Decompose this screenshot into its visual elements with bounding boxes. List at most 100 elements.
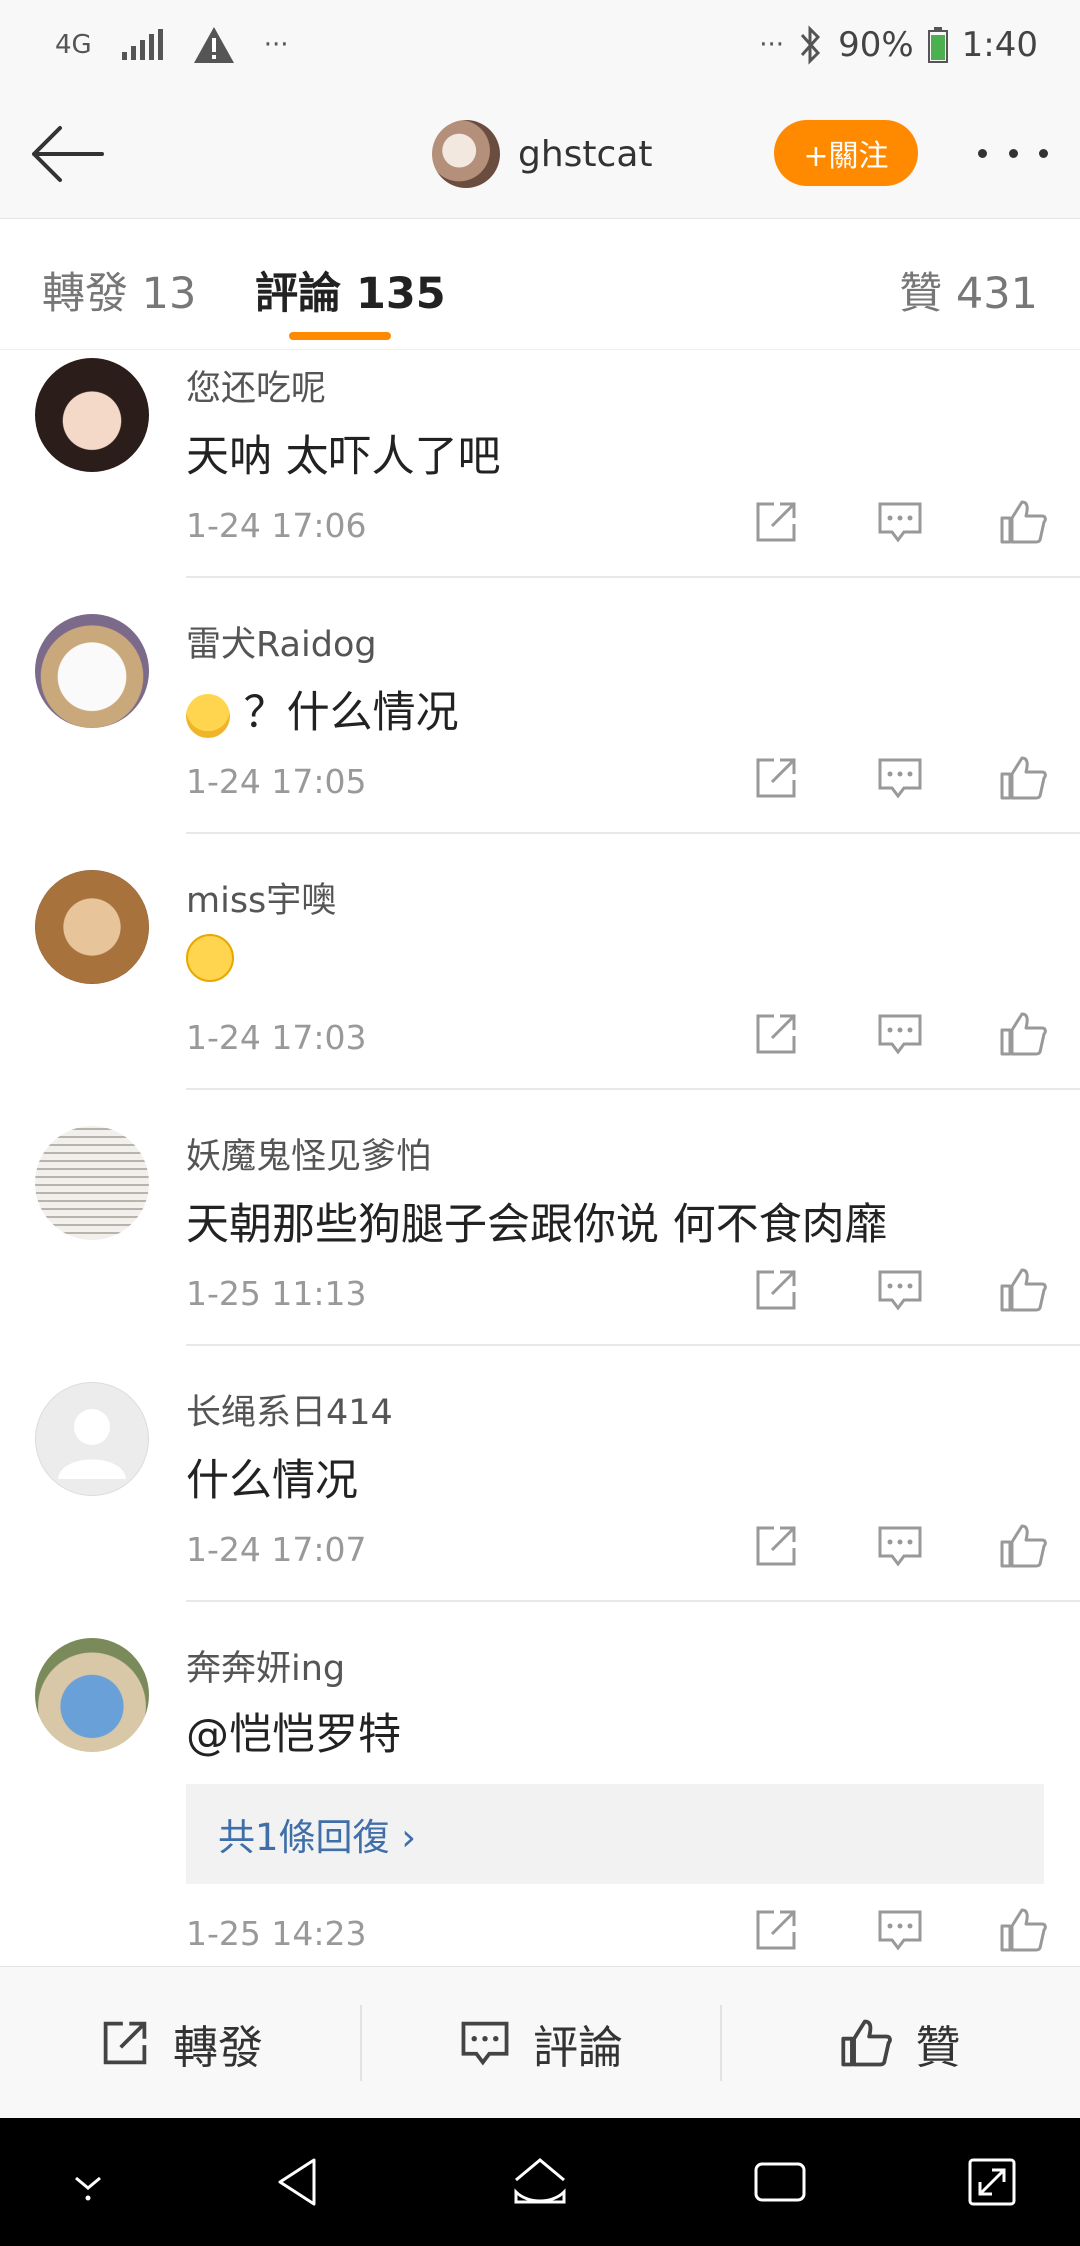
hide-keyboard-icon[interactable] — [58, 2152, 118, 2212]
back-triangle-icon[interactable] — [270, 2152, 330, 2212]
clock: 1:40 — [961, 25, 1038, 65]
comment-button[interactable]: 評論 — [360, 1967, 720, 2119]
like-icon[interactable] — [998, 752, 1050, 804]
reply-icon[interactable] — [874, 1264, 926, 1316]
expand-icon[interactable] — [962, 2152, 1022, 2212]
commenter-name[interactable]: 您还吃呢 — [186, 360, 326, 411]
bluetooth-icon — [800, 25, 821, 65]
warning-icon — [193, 27, 234, 63]
user-placeholder-icon — [58, 1409, 126, 1479]
commenter-avatar[interactable] — [35, 870, 149, 984]
battery-icon — [927, 27, 948, 63]
post-author[interactable]: ghstcat — [432, 116, 653, 192]
comment-item: 奔奔妍ing @恺恺罗特 共1條回復 › 1-25 14:23 — [0, 1602, 1080, 1980]
reply-icon[interactable] — [874, 752, 926, 804]
comment-label: 評論 — [532, 2020, 623, 2074]
share-icon[interactable] — [750, 1008, 802, 1060]
default-avatar[interactable] — [35, 1382, 149, 1496]
comment-icon — [461, 2021, 509, 2066]
comment-time: 1-24 17:06 — [186, 506, 367, 545]
more-options-button[interactable] — [978, 130, 1048, 176]
commenter-name[interactable]: 长绳系日414 — [186, 1384, 393, 1435]
commenter-avatar[interactable] — [35, 1126, 149, 1240]
reply-icon[interactable] — [874, 496, 926, 548]
tab-likes[interactable]: 贊 431 — [899, 259, 1038, 321]
comment-actions — [750, 1516, 1050, 1576]
author-avatar[interactable] — [432, 120, 500, 188]
commenter-avatar[interactable] — [35, 614, 149, 728]
dot — [1008, 148, 1018, 158]
more-dots: ··· — [759, 30, 785, 60]
comment-item: miss宇噢 1-24 17:03 — [0, 834, 1080, 1090]
tab-comments[interactable]: 評論 135 — [255, 259, 446, 321]
back-button[interactable] — [26, 116, 108, 192]
comment-text: 天呐 太吓人了吧 — [186, 432, 501, 482]
back-arrow-icon — [32, 126, 104, 182]
dot — [1039, 148, 1048, 158]
signal-icon — [121, 29, 163, 60]
share-icon[interactable] — [750, 752, 802, 804]
author-username[interactable]: ghstcat — [518, 134, 653, 175]
commenter-name[interactable]: 妖魔鬼怪见爹怕 — [186, 1128, 431, 1179]
like-icon[interactable] — [998, 496, 1050, 548]
battery-percent: 90% — [838, 25, 914, 65]
comment-item: 长绳系日414 什么情况 1-24 17:07 — [0, 1346, 1080, 1602]
repost-button[interactable]: 轉發 — [0, 1967, 360, 2119]
commenter-name[interactable]: miss宇噢 — [186, 872, 336, 923]
like-button[interactable]: 贊 — [720, 1967, 1080, 2119]
comment-actions — [750, 1260, 1050, 1320]
dot — [978, 148, 987, 158]
repost-label: 轉發 — [172, 2020, 263, 2074]
active-tab-indicator — [289, 332, 391, 340]
comment-time: 1-25 11:13 — [186, 1274, 367, 1313]
astonished-emoji-icon — [186, 934, 234, 982]
home-icon[interactable] — [510, 2152, 570, 2212]
scream-emoji-icon — [186, 693, 230, 738]
network-indicator: 4G — [55, 30, 92, 60]
comment-time: 1-24 17:03 — [186, 1018, 367, 1057]
recent-apps-icon[interactable] — [750, 2152, 810, 2212]
share-icon[interactable] — [750, 1264, 802, 1316]
post-action-bar: 轉發 評論 贊 — [0, 1966, 1080, 2119]
status-right: ··· 90% 1:40 — [759, 22, 1038, 68]
comment-actions — [750, 492, 1050, 552]
commenter-avatar[interactable] — [35, 358, 149, 472]
share-icon[interactable] — [750, 496, 802, 548]
share-icon[interactable] — [750, 1520, 802, 1572]
commenter-name[interactable]: 奔奔妍ing — [186, 1640, 345, 1691]
app-header: ghstcat +關注 — [0, 90, 1080, 219]
commenter-name[interactable]: 雷犬Raidog — [186, 616, 377, 667]
like-icon — [841, 2019, 893, 2067]
like-icon[interactable] — [998, 1520, 1050, 1572]
like-icon[interactable] — [998, 1008, 1050, 1060]
tab-reposts[interactable]: 轉發 13 — [42, 259, 196, 321]
comment-item: 妖魔鬼怪见爹怕 天朝那些狗腿子会跟你说 何不食肉靡 1-25 11:13 — [0, 1090, 1080, 1346]
status-bar: 4G ··· ··· 90% 1:40 — [0, 0, 1080, 90]
reply-icon[interactable] — [874, 1008, 926, 1060]
comment-text-content: ？什么情况 — [243, 688, 459, 738]
follow-button[interactable]: +關注 — [774, 120, 918, 186]
like-icon[interactable] — [998, 1904, 1050, 1956]
comment-time: 1-25 14:23 — [186, 1914, 367, 1953]
share-icon[interactable] — [750, 1904, 802, 1956]
comment-item: 您还吃呢 天呐 太吓人了吧 1-24 17:06 — [0, 350, 1080, 578]
notification-dots: ··· — [263, 30, 289, 60]
comment-text — [186, 934, 234, 993]
comment-mention[interactable]: @恺恺罗特 — [186, 1700, 401, 1762]
reply-icon[interactable] — [874, 1904, 926, 1956]
system-navigation-bar — [0, 2118, 1080, 2246]
comment-text: 天朝那些狗腿子会跟你说 何不食肉靡 — [186, 1200, 888, 1250]
like-label: 贊 — [915, 2020, 961, 2074]
comment-text: 什么情况 — [186, 1456, 358, 1506]
comment-actions — [750, 1900, 1050, 1960]
commenter-avatar[interactable] — [35, 1638, 149, 1752]
comment-list: 您还吃呢 天呐 太吓人了吧 1-24 17:06 雷犬Raidog ？什么情况 … — [0, 350, 1080, 1980]
tab-bar: 轉發 13 評論 135 贊 431 — [0, 219, 1080, 350]
comment-time: 1-24 17:05 — [186, 762, 367, 801]
reply-icon[interactable] — [874, 1520, 926, 1572]
like-icon[interactable] — [998, 1264, 1050, 1316]
comment-text: ？什么情况 — [186, 678, 459, 740]
comment-actions — [750, 1004, 1050, 1064]
view-replies-button[interactable]: 共1條回復 › — [186, 1784, 1044, 1884]
status-left: 4G ··· — [55, 22, 289, 68]
